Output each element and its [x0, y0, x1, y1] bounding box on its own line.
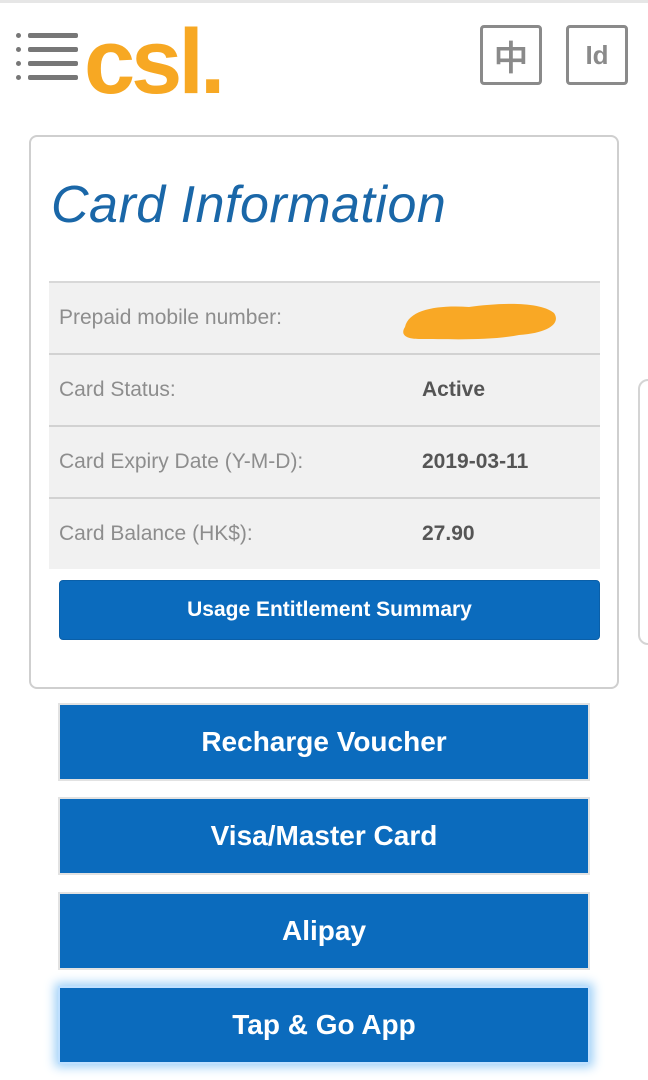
card-balance-value: 27.90 — [422, 522, 475, 545]
logo-text: csl. — [84, 11, 221, 103]
language-indonesian-button[interactable]: Id — [566, 25, 628, 85]
language-chinese-button[interactable]: 中 — [480, 25, 542, 85]
tap-and-go-app-button[interactable]: Tap & Go App — [58, 986, 590, 1064]
card-balance-label: Card Balance (HK$): — [59, 522, 253, 545]
card-status-label: Card Status: — [59, 378, 176, 401]
expiry-date-label: Card Expiry Date (Y-M-D): — [59, 450, 304, 473]
redacted-mobile-number — [403, 303, 556, 340]
info-row-expiry-date: Card Expiry Date (Y-M-D): 2019-03-11 — [49, 425, 600, 497]
card-status-value: Active — [422, 378, 486, 401]
csl-logo[interactable]: csl. — [84, 11, 224, 103]
hamburger-menu-icon[interactable] — [16, 33, 80, 83]
alipay-button[interactable]: Alipay — [58, 892, 590, 970]
side-panel-edge — [638, 379, 648, 645]
card-info-table: Prepaid mobile number: Card Status: Acti… — [49, 281, 600, 569]
page: csl. 中 Id Card Information Prepaid mobil… — [0, 0, 648, 1080]
info-row-card-status: Card Status: Active — [49, 353, 600, 425]
expiry-date-value: 2019-03-11 — [422, 450, 529, 473]
recharge-voucher-button[interactable]: Recharge Voucher — [58, 703, 590, 781]
mobile-number-label: Prepaid mobile number: — [59, 306, 282, 329]
usage-entitlement-summary-button[interactable]: Usage Entitlement Summary — [59, 580, 600, 640]
visa-master-card-button[interactable]: Visa/Master Card — [58, 797, 590, 875]
info-row-mobile-number: Prepaid mobile number: — [49, 281, 600, 353]
card-information-title: Card Information — [51, 176, 447, 234]
info-row-card-balance: Card Balance (HK$): 27.90 — [49, 497, 600, 569]
card-information-panel: Card Information Prepaid mobile number: … — [29, 135, 619, 689]
